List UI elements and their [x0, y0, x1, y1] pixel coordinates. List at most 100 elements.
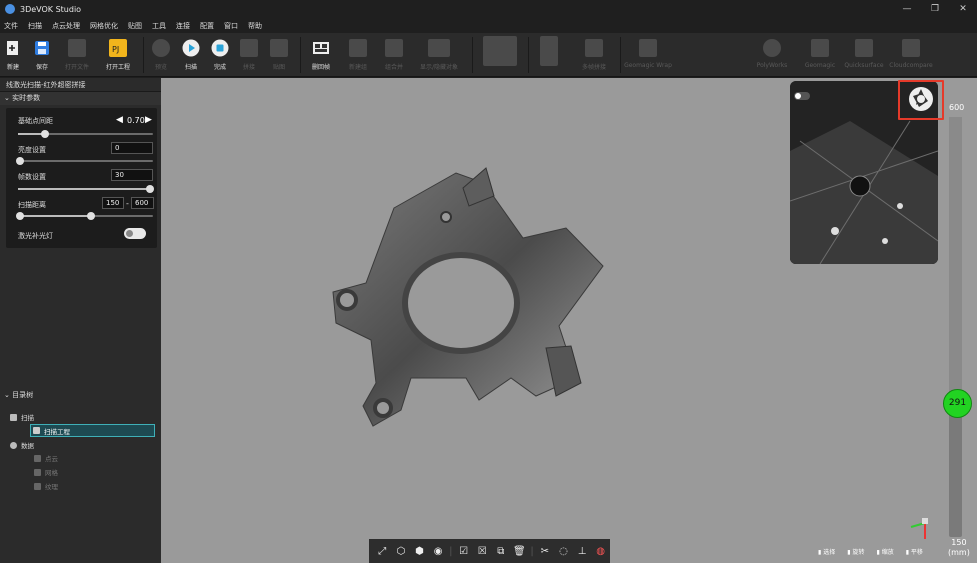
restore-button[interactable]: ❐: [921, 0, 949, 18]
spacing-decrease-icon[interactable]: ◀: [116, 115, 123, 125]
invert-select-icon[interactable]: ⧉: [493, 544, 509, 558]
cloudcompare-icon: [902, 39, 920, 57]
new-group-button[interactable]: 新建组: [342, 36, 374, 74]
range-max-input[interactable]: 600: [131, 197, 154, 209]
iso-view-icon[interactable]: ⬢: [412, 544, 428, 558]
merge-group-icon: [385, 39, 403, 57]
align-tools-button[interactable]: [480, 36, 520, 74]
close-button[interactable]: ✕: [949, 0, 977, 18]
select-all-icon[interactable]: ☑: [456, 544, 472, 558]
scan-button[interactable]: 扫描: [180, 36, 202, 74]
menu-mesh[interactable]: 网格优化: [90, 21, 118, 31]
marker-button[interactable]: [538, 36, 560, 74]
polyworks-button[interactable]: PolyWorks: [750, 36, 794, 74]
new-button[interactable]: 新建: [2, 36, 24, 74]
tree-node-scan[interactable]: 扫描: [10, 412, 34, 422]
slider-handle[interactable]: [146, 185, 154, 193]
toolbar-separator: [528, 37, 529, 73]
delete-frame-button[interactable]: 删回帧: [306, 36, 336, 74]
laser-fill-light-label: 激光补光灯: [18, 232, 53, 240]
capture-button[interactable]: [898, 80, 944, 120]
laser-fill-light-toggle[interactable]: [124, 228, 146, 239]
directory-tree-header[interactable]: ⌄ 目录树: [0, 389, 161, 402]
open-project-button[interactable]: PJ 打开工程: [100, 36, 136, 74]
multi-frame-button[interactable]: 多帧拼接: [574, 36, 614, 74]
finish-button[interactable]: 完成: [209, 36, 231, 74]
stop-icon: [211, 39, 229, 57]
slider-handle[interactable]: [16, 157, 24, 165]
menu-window[interactable]: 窗口: [224, 21, 238, 31]
current-distance-badge: 291: [943, 389, 972, 418]
title-bar: 3DeVOK Studio — ❐ ✕: [0, 0, 977, 18]
save-button[interactable]: 保存: [30, 36, 54, 74]
toggle-knob: [126, 230, 133, 237]
menu-help[interactable]: 帮助: [248, 21, 262, 31]
deselect-icon[interactable]: ☒: [474, 544, 490, 558]
stitch-button[interactable]: 拼接: [238, 36, 260, 74]
menu-connect[interactable]: 连接: [176, 21, 190, 31]
preview-button[interactable]: 预览: [150, 36, 172, 74]
svg-text:PJ: PJ: [112, 45, 119, 54]
texture-icon: [270, 39, 288, 57]
spacing-increase-icon[interactable]: ▶: [145, 115, 152, 125]
tree-node-scan-project[interactable]: 扫描工程: [30, 424, 155, 437]
cloudcompare-button[interactable]: Cloudcompare: [886, 36, 936, 74]
left-panel: 线激光扫描-红外超密拼接 ⌄ 实时参数 基础点间距 ◀ 0.70 ▶ 亮度设置 …: [0, 78, 161, 563]
fps-slider[interactable]: [18, 185, 154, 193]
texture-button[interactable]: 贴图: [266, 36, 292, 74]
tree-node-data[interactable]: 数据: [10, 440, 34, 450]
cube-view-icon[interactable]: ⬡: [393, 544, 409, 558]
menu-file[interactable]: 文件: [4, 21, 18, 31]
new-group-icon: [349, 39, 367, 57]
align-grid-icon: [483, 36, 517, 66]
range-dash: -: [126, 199, 129, 208]
brightness-label: 亮度设置: [18, 146, 46, 154]
slider-handle-min[interactable]: [16, 212, 24, 220]
slider-handle-max[interactable]: [87, 212, 95, 220]
menu-bar: 文件 扫描 点云处理 网格优化 贴图 工具 连接 配置 窗口 帮助: [0, 18, 977, 33]
axis-icon[interactable]: ⊥: [574, 544, 590, 558]
fps-input[interactable]: 30: [111, 169, 153, 181]
brightness-slider[interactable]: [16, 157, 153, 165]
tree-node-point-cloud[interactable]: 点云: [34, 453, 58, 463]
preview-toggle[interactable]: [794, 92, 810, 100]
view-toolbar: ⤢ ⬡ ⬢ ◉ | ☑ ☒ ⧉ 🗑 | ✂ ◌ ⊥ ◍: [369, 539, 610, 563]
fit-view-icon[interactable]: ⤢: [375, 544, 391, 558]
data-node-icon: [10, 441, 17, 449]
geomagic-button[interactable]: Geomagic: [798, 36, 842, 74]
minimize-button[interactable]: —: [893, 0, 921, 18]
menu-texture[interactable]: 贴图: [128, 21, 142, 31]
toolbar-separator: [143, 37, 144, 73]
menu-scan[interactable]: 扫描: [28, 21, 42, 31]
lasso-icon[interactable]: ✂: [537, 544, 553, 558]
geomagic-wrap-button[interactable]: Geomagic Wrap: [624, 36, 672, 74]
scan-range-slider[interactable]: [16, 212, 153, 220]
tree-node-texture[interactable]: 纹理: [34, 481, 58, 491]
menu-tools[interactable]: 工具: [152, 21, 166, 31]
merge-group-button[interactable]: 组合并: [380, 36, 408, 74]
point-spacing-value: 0.70: [127, 116, 145, 125]
menu-pointcloud[interactable]: 点云处理: [52, 21, 80, 31]
geomagic-icon: [811, 39, 829, 57]
distance-min-value: 150: [951, 538, 967, 547]
menu-config[interactable]: 配置: [200, 21, 214, 31]
slider-handle[interactable]: [41, 130, 49, 138]
point-spacing-slider[interactable]: [18, 130, 153, 138]
app-window: 3DeVOK Studio — ❐ ✕ 文件 扫描 点云处理 网格优化 贴图 工…: [0, 0, 977, 563]
brush-select-icon[interactable]: ◌: [556, 544, 572, 558]
brightness-input[interactable]: 0: [111, 142, 153, 154]
open-project-icon: PJ: [109, 39, 127, 57]
project-node-icon: [33, 427, 40, 434]
tree-node-mesh[interactable]: 网格: [34, 467, 58, 477]
marker-icon: [540, 36, 558, 66]
delete-icon[interactable]: 🗑: [512, 544, 528, 558]
color-wheel-icon[interactable]: ◍: [593, 544, 609, 558]
realtime-params-header[interactable]: ⌄ 实时参数: [0, 92, 161, 105]
scan-range-label: 扫描距离: [18, 201, 46, 209]
range-min-input[interactable]: 150: [102, 197, 124, 209]
quicksurface-button[interactable]: Quicksurface: [842, 36, 886, 74]
eye-icon[interactable]: ◉: [430, 544, 446, 558]
bottom-separator: |: [530, 545, 534, 557]
open-file-button[interactable]: 打开文件: [60, 36, 94, 74]
show-hide-button[interactable]: 显示/隐藏对象: [414, 36, 464, 74]
